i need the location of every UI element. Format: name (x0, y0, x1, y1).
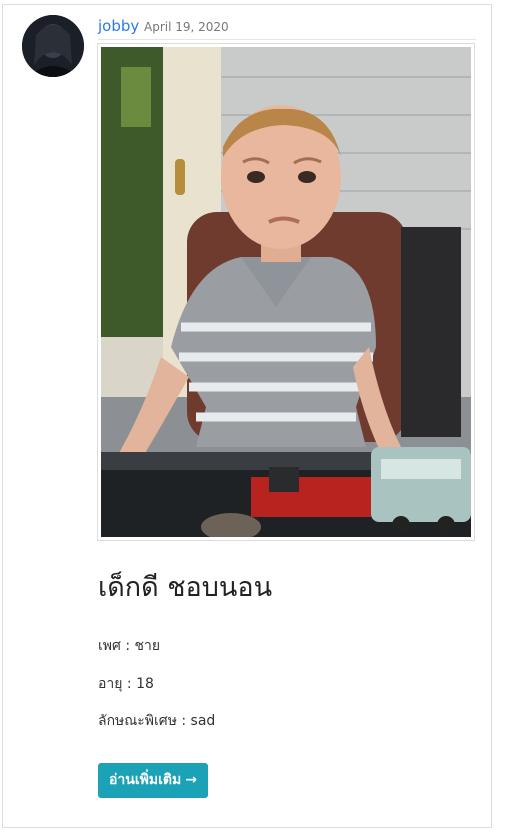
field-value: sad (190, 713, 216, 729)
field-label: เพศ (98, 638, 121, 654)
field-value: 18 (136, 676, 154, 692)
read-more-label: อ่านเพิ่มเติม (109, 772, 182, 788)
avatar[interactable] (22, 15, 84, 77)
author-link[interactable]: jobby (98, 17, 139, 35)
field-special-trait: ลักษณะพิเศษ : sad (98, 713, 216, 729)
read-more-button[interactable]: อ่านเพิ่มเติม → (98, 763, 208, 798)
post-title[interactable]: เด็กดี ชอบนอน (98, 565, 272, 608)
field-label: อายุ (98, 676, 123, 692)
post-meta: jobby April 19, 2020 (98, 17, 476, 40)
field-age: อายุ : 18 (98, 676, 154, 692)
arrow-right-icon: → (185, 772, 197, 788)
field-gender: เพศ : ชาย (98, 638, 161, 654)
post-date: April 19, 2020 (144, 20, 229, 34)
field-value: ชาย (134, 638, 161, 654)
post-image[interactable] (97, 43, 475, 541)
post-card: jobby April 19, 2020 เด็กดี ชอบนอน เพศ:… (2, 4, 492, 828)
field-label: ลักษณะพิเศษ (98, 713, 177, 729)
